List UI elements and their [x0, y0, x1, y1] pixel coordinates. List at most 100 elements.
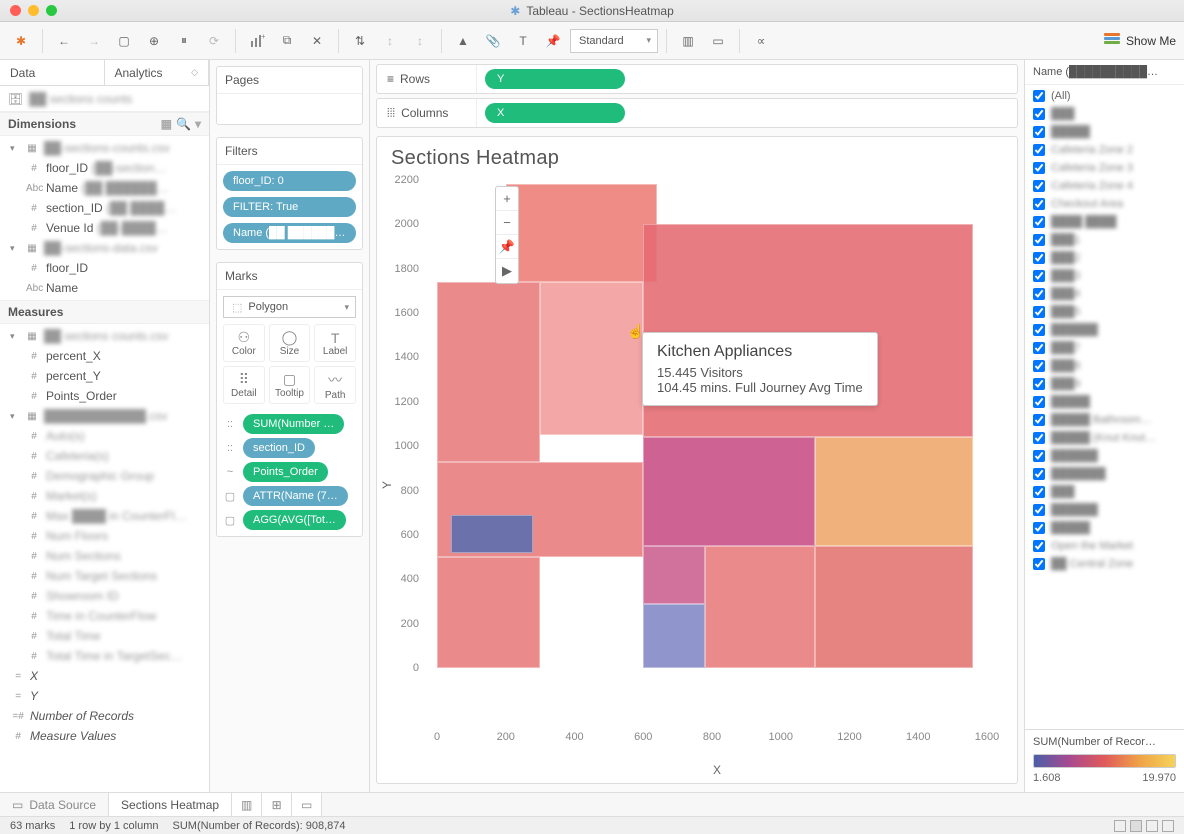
tree-item[interactable]: #Time in CounterFlow [0, 606, 209, 626]
filter-item-row[interactable]: █████ [1025, 393, 1184, 411]
heatmap-section[interactable] [643, 437, 815, 546]
marks-path[interactable]: 〰Path [314, 366, 356, 404]
filter-item-row[interactable]: ███ [1025, 105, 1184, 123]
filter-item-row[interactable]: Cafeteria Zone 3 [1025, 159, 1184, 177]
tree-group[interactable]: ▾▦██ sections counts.csv [0, 326, 209, 346]
marks-color[interactable]: ⚇Color [223, 324, 265, 362]
mark-pill[interactable]: ::SUM(Number … [223, 414, 356, 434]
highlight-button[interactable]: ▲ [450, 28, 476, 54]
tree-item[interactable]: #Num Target Sections [0, 566, 209, 586]
filter-item-row[interactable]: ███3 [1025, 267, 1184, 285]
view1-icon[interactable] [1114, 820, 1126, 832]
tableau-logo-icon[interactable]: ✱ [8, 28, 34, 54]
filter-item-row[interactable]: ███5 [1025, 303, 1184, 321]
filter-item-row[interactable]: Open the Market [1025, 537, 1184, 555]
heatmap-section[interactable] [506, 184, 657, 282]
zoom-out-button[interactable]: − [496, 211, 518, 235]
filter-item-row[interactable]: Checkout Area [1025, 195, 1184, 213]
rows-pill[interactable]: Y [485, 69, 625, 89]
filters-shelf[interactable]: Filters floor_ID: 0FILTER: TrueName (██ … [216, 137, 363, 250]
tree-group[interactable]: ▾▦████████████.csv [0, 406, 209, 426]
filter-pill[interactable]: floor_ID: 0 [223, 171, 356, 191]
forward-button[interactable]: → [81, 28, 107, 54]
show-me-button[interactable]: Show Me [1104, 33, 1176, 49]
sort-desc-button[interactable]: ↕ [407, 28, 433, 54]
new-datasource-button[interactable]: ⊕ [141, 28, 167, 54]
back-button[interactable]: ← [51, 28, 77, 54]
filter-item-row[interactable]: █████ [1025, 123, 1184, 141]
tree-item[interactable]: #floor_ID (██-section… [0, 158, 209, 178]
heatmap-section[interactable] [451, 515, 534, 553]
tree-item[interactable]: #Num Floors [0, 526, 209, 546]
rows-shelf[interactable]: ≡Rows Y [376, 64, 1018, 94]
filter-item-row[interactable]: █████ (Knut Knut… [1025, 429, 1184, 447]
pause-button[interactable]: ⏸ [171, 28, 197, 54]
mark-pill[interactable]: ▢AGG(AVG([Tot… [223, 510, 356, 530]
tree-item[interactable]: =X [0, 666, 209, 686]
tree-item[interactable]: #section_ID (██ ████… [0, 198, 209, 218]
datasource-tab[interactable]: ▭Data Source [0, 793, 109, 816]
marks-type-dropdown[interactable]: ⬚ Polygon [223, 296, 356, 318]
tree-item[interactable]: #Market(s) [0, 486, 209, 506]
pin-button[interactable]: 📌 [540, 28, 566, 54]
tree-item[interactable]: #Venue Id (██-████… [0, 218, 209, 238]
tree-item[interactable]: #Demographic Group [0, 466, 209, 486]
filter-item-row[interactable]: ██ Central Zone [1025, 555, 1184, 573]
filter-item-row[interactable]: ████ ████ [1025, 213, 1184, 231]
filter-item-row[interactable]: ███7 [1025, 339, 1184, 357]
new-worksheet-tab[interactable]: ▥ [232, 793, 262, 816]
heatmap-section[interactable] [643, 546, 705, 604]
zoom-window-button[interactable] [46, 5, 57, 16]
view-icon[interactable]: ▦ [161, 117, 172, 131]
heatmap-section[interactable] [437, 557, 540, 668]
data-tab[interactable]: Data [0, 60, 105, 85]
tree-group[interactable]: ▾▦██-sections-counts.csv [0, 138, 209, 158]
heatmap-section[interactable] [437, 282, 540, 462]
columns-shelf[interactable]: ⦙⦙⦙Columns X [376, 98, 1018, 128]
heatmap-section[interactable] [705, 546, 815, 668]
heatmap-section[interactable] [540, 282, 643, 435]
filter-item-row[interactable]: ███ [1025, 483, 1184, 501]
tree-item[interactable]: #Max ████ in CounterFl… [0, 506, 209, 526]
filter-item-row[interactable]: ███████ [1025, 465, 1184, 483]
tree-item[interactable]: #Showroom ID [0, 586, 209, 606]
marks-detail[interactable]: ⠿Detail [223, 366, 265, 404]
new-worksheet-button[interactable]: + [244, 28, 270, 54]
refresh-button[interactable]: ⟳ [201, 28, 227, 54]
search-icon[interactable]: 🔍 [176, 117, 191, 131]
close-window-button[interactable] [10, 5, 21, 16]
tree-item[interactable]: #percent_X [0, 346, 209, 366]
filter-item-row[interactable]: ███9 [1025, 375, 1184, 393]
columns-pill[interactable]: X [485, 103, 625, 123]
datasource-row[interactable]: 🗄 ██ sections counts [0, 86, 209, 112]
filter-item-row[interactable]: ██████ [1025, 501, 1184, 519]
heatmap-section[interactable] [815, 546, 973, 668]
heatmap-section[interactable] [643, 604, 705, 668]
share-button[interactable]: ∝ [748, 28, 774, 54]
minimize-window-button[interactable] [28, 5, 39, 16]
tree-item[interactable]: #Measure Values [0, 726, 209, 746]
group-button[interactable]: 📎 [480, 28, 506, 54]
filter-item-row[interactable]: Cafeteria Zone 4 [1025, 177, 1184, 195]
mark-pill[interactable]: ::section_ID [223, 438, 356, 458]
mark-pill[interactable]: ▢ATTR(Name (7… [223, 486, 356, 506]
tree-item[interactable]: #Points_Order [0, 386, 209, 406]
swap-button[interactable]: ⇅ [347, 28, 373, 54]
filter-item-row[interactable]: ███8 [1025, 357, 1184, 375]
zoom-in-button[interactable]: + [496, 187, 518, 211]
save-button[interactable]: ▢ [111, 28, 137, 54]
sheet-tab-active[interactable]: Sections Heatmap [109, 793, 232, 816]
tree-item[interactable]: AbcName [0, 278, 209, 298]
tree-item[interactable]: =Y [0, 686, 209, 706]
tree-item[interactable]: #Num Sections [0, 546, 209, 566]
filter-all-row[interactable]: (All) [1025, 87, 1184, 105]
tree-item[interactable]: #percent_Y [0, 366, 209, 386]
filter-item-row[interactable]: ██████ [1025, 321, 1184, 339]
tree-item[interactable]: #Cafeteria(s) [0, 446, 209, 466]
filter-item-row[interactable]: ███2 [1025, 249, 1184, 267]
labels-button[interactable]: T [510, 28, 536, 54]
filter-item-row[interactable]: ███4 [1025, 285, 1184, 303]
clear-sheet-button[interactable]: ✕ [304, 28, 330, 54]
presentation-button[interactable]: ▭ [705, 28, 731, 54]
filter-pill[interactable]: Name (██ ██████… [223, 223, 356, 243]
